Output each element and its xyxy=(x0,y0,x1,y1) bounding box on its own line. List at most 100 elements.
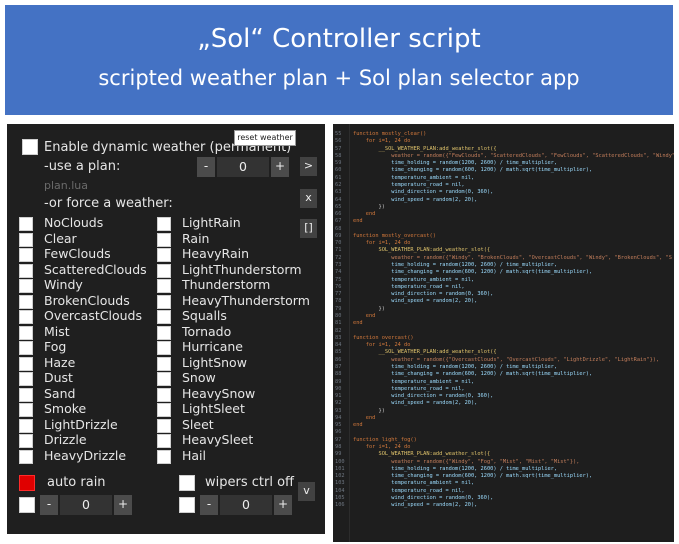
weather-checkbox[interactable] xyxy=(19,263,33,278)
weather-checkbox[interactable] xyxy=(19,387,33,402)
weather-checkbox[interactable] xyxy=(19,449,33,464)
auto-rain-value[interactable]: 0 xyxy=(60,495,112,515)
weather-checkbox[interactable] xyxy=(19,248,33,262)
code-editor[interactable]: 55 function mostly_clear() 56 for i=1, 24 … xyxy=(333,124,674,542)
auto-rain-stepper[interactable]: - 0 + xyxy=(40,495,132,515)
line-number: 81 xyxy=(335,320,342,327)
weather-checkbox[interactable] xyxy=(157,217,171,231)
auto-rain-decrement-button[interactable]: - xyxy=(40,495,58,515)
code-text: time_changing = random(600, 1200) / math… xyxy=(353,167,593,174)
use-plan-label: -use a plan: xyxy=(44,159,121,174)
weather-checkbox[interactable] xyxy=(19,403,33,417)
weather-checkbox[interactable] xyxy=(157,248,171,262)
weather-checkbox[interactable] xyxy=(19,279,33,293)
code-text: time_changing = random(600, 1200) / math… xyxy=(353,473,593,480)
line-number: 79 xyxy=(335,305,342,312)
weather-checkbox[interactable] xyxy=(19,372,33,386)
weather-label: LightThunderstorm xyxy=(182,261,302,277)
line-number: 64 xyxy=(335,196,342,203)
weather-label: Sand xyxy=(44,385,76,401)
brackets-button[interactable]: [] xyxy=(300,219,317,238)
line-number: 84 xyxy=(335,342,342,349)
weather-label: LightSleet xyxy=(182,401,245,416)
weather-label: LightRain xyxy=(182,215,241,230)
line-number: 75 xyxy=(335,276,342,283)
weather-label: LightDrizzle xyxy=(44,416,118,432)
weather-checkbox[interactable] xyxy=(157,263,171,278)
weather-checkbox[interactable] xyxy=(19,418,33,433)
code-text: wind_speed = random(2, 20), xyxy=(353,502,478,509)
line-number: 101 xyxy=(335,465,345,472)
wipers-increment-button[interactable]: + xyxy=(274,495,292,515)
weather-label: BrokenClouds xyxy=(44,292,130,308)
weather-checkbox[interactable] xyxy=(19,232,33,247)
wipers-decrement-button[interactable]: - xyxy=(200,495,218,515)
line-number: 66 xyxy=(335,211,342,218)
line-number: 80 xyxy=(335,313,342,319)
line-number: 98 xyxy=(335,444,342,451)
weather-label: Mist xyxy=(44,323,70,339)
collapse-button[interactable]: v xyxy=(298,482,315,501)
weather-checkbox[interactable] xyxy=(157,449,171,464)
weather-label: HeavyDrizzle xyxy=(44,447,127,463)
wipers-value[interactable]: 0 xyxy=(220,495,272,515)
weather-checkbox[interactable] xyxy=(19,325,33,340)
weather-checkbox[interactable] xyxy=(19,310,33,324)
code-text: SOL_WEATHER_PLAN:add_weather_slot({ xyxy=(353,247,491,254)
code-text: function overcast() xyxy=(353,334,414,341)
code-text: }) xyxy=(353,407,385,414)
weather-checkbox[interactable] xyxy=(19,356,33,371)
weather-checkbox[interactable] xyxy=(19,294,33,309)
code-text: temperature_road = nil, xyxy=(353,283,465,290)
code-text: wind_speed = random(2, 20), xyxy=(353,298,478,305)
weather-checkbox[interactable] xyxy=(157,372,171,386)
code-text: wind_direction = random(0, 360), xyxy=(353,495,494,501)
line-number: 63 xyxy=(335,189,342,196)
weather-checkbox[interactable] xyxy=(157,279,171,293)
line-number: 85 xyxy=(335,349,342,356)
close-plan-button[interactable]: x xyxy=(300,189,317,208)
line-number: 94 xyxy=(335,414,342,421)
line-number: 61 xyxy=(335,174,342,181)
line-number: 70 xyxy=(335,240,342,247)
line-number: 78 xyxy=(335,298,342,305)
line-number: 67 xyxy=(335,218,342,225)
weather-checkbox[interactable] xyxy=(157,356,171,371)
line-number: 105 xyxy=(335,495,345,501)
plan-decrement-button[interactable]: - xyxy=(197,157,215,177)
weather-checkbox[interactable] xyxy=(157,403,171,417)
weather-label: Hurricane xyxy=(182,339,243,354)
code-text: time_holding = random(1200, 2600) / time… xyxy=(353,262,558,269)
weather-checkbox[interactable] xyxy=(19,434,33,448)
weather-checkbox[interactable] xyxy=(19,217,33,231)
weather-label: Squalls xyxy=(182,308,227,323)
line-number: 95 xyxy=(335,422,342,429)
weather-checkbox[interactable] xyxy=(157,232,171,247)
plan-value[interactable]: 0 xyxy=(217,157,269,177)
auto-rain-increment-button[interactable]: + xyxy=(114,495,132,515)
weather-label: Windy xyxy=(44,277,83,292)
weather-checkbox[interactable] xyxy=(157,434,171,448)
weather-checkbox[interactable] xyxy=(157,325,171,340)
line-number: 72 xyxy=(335,254,342,261)
weather-checkbox[interactable] xyxy=(157,294,171,309)
wipers-stepper[interactable]: - 0 + xyxy=(200,495,292,515)
wipers-ctrl-checkbox[interactable] xyxy=(179,475,195,491)
plan-stepper[interactable]: - 0 + xyxy=(197,157,289,177)
plan-increment-button[interactable]: + xyxy=(271,157,289,177)
wipers-amount-checkbox[interactable] xyxy=(179,497,195,513)
auto-rain-checkbox[interactable] xyxy=(19,475,35,491)
weather-label: HeavySleet xyxy=(182,432,254,447)
reset-weather-tooltip: reset weather xyxy=(234,130,296,146)
weather-checkbox[interactable] xyxy=(157,310,171,324)
weather-checkbox[interactable] xyxy=(19,341,33,355)
enable-dynamic-weather-checkbox[interactable] xyxy=(22,139,38,155)
weather-checkbox[interactable] xyxy=(157,418,171,433)
code-text: __SOL_WEATHER_PLAN:add_weather_slot({ xyxy=(353,145,497,152)
weather-checkbox[interactable] xyxy=(157,341,171,355)
line-number: 96 xyxy=(335,429,342,436)
weather-checkbox[interactable] xyxy=(157,387,171,402)
next-plan-button[interactable]: > xyxy=(300,157,317,176)
weather-label: Clear xyxy=(44,230,77,246)
auto-rain-amount-checkbox[interactable] xyxy=(19,497,35,513)
